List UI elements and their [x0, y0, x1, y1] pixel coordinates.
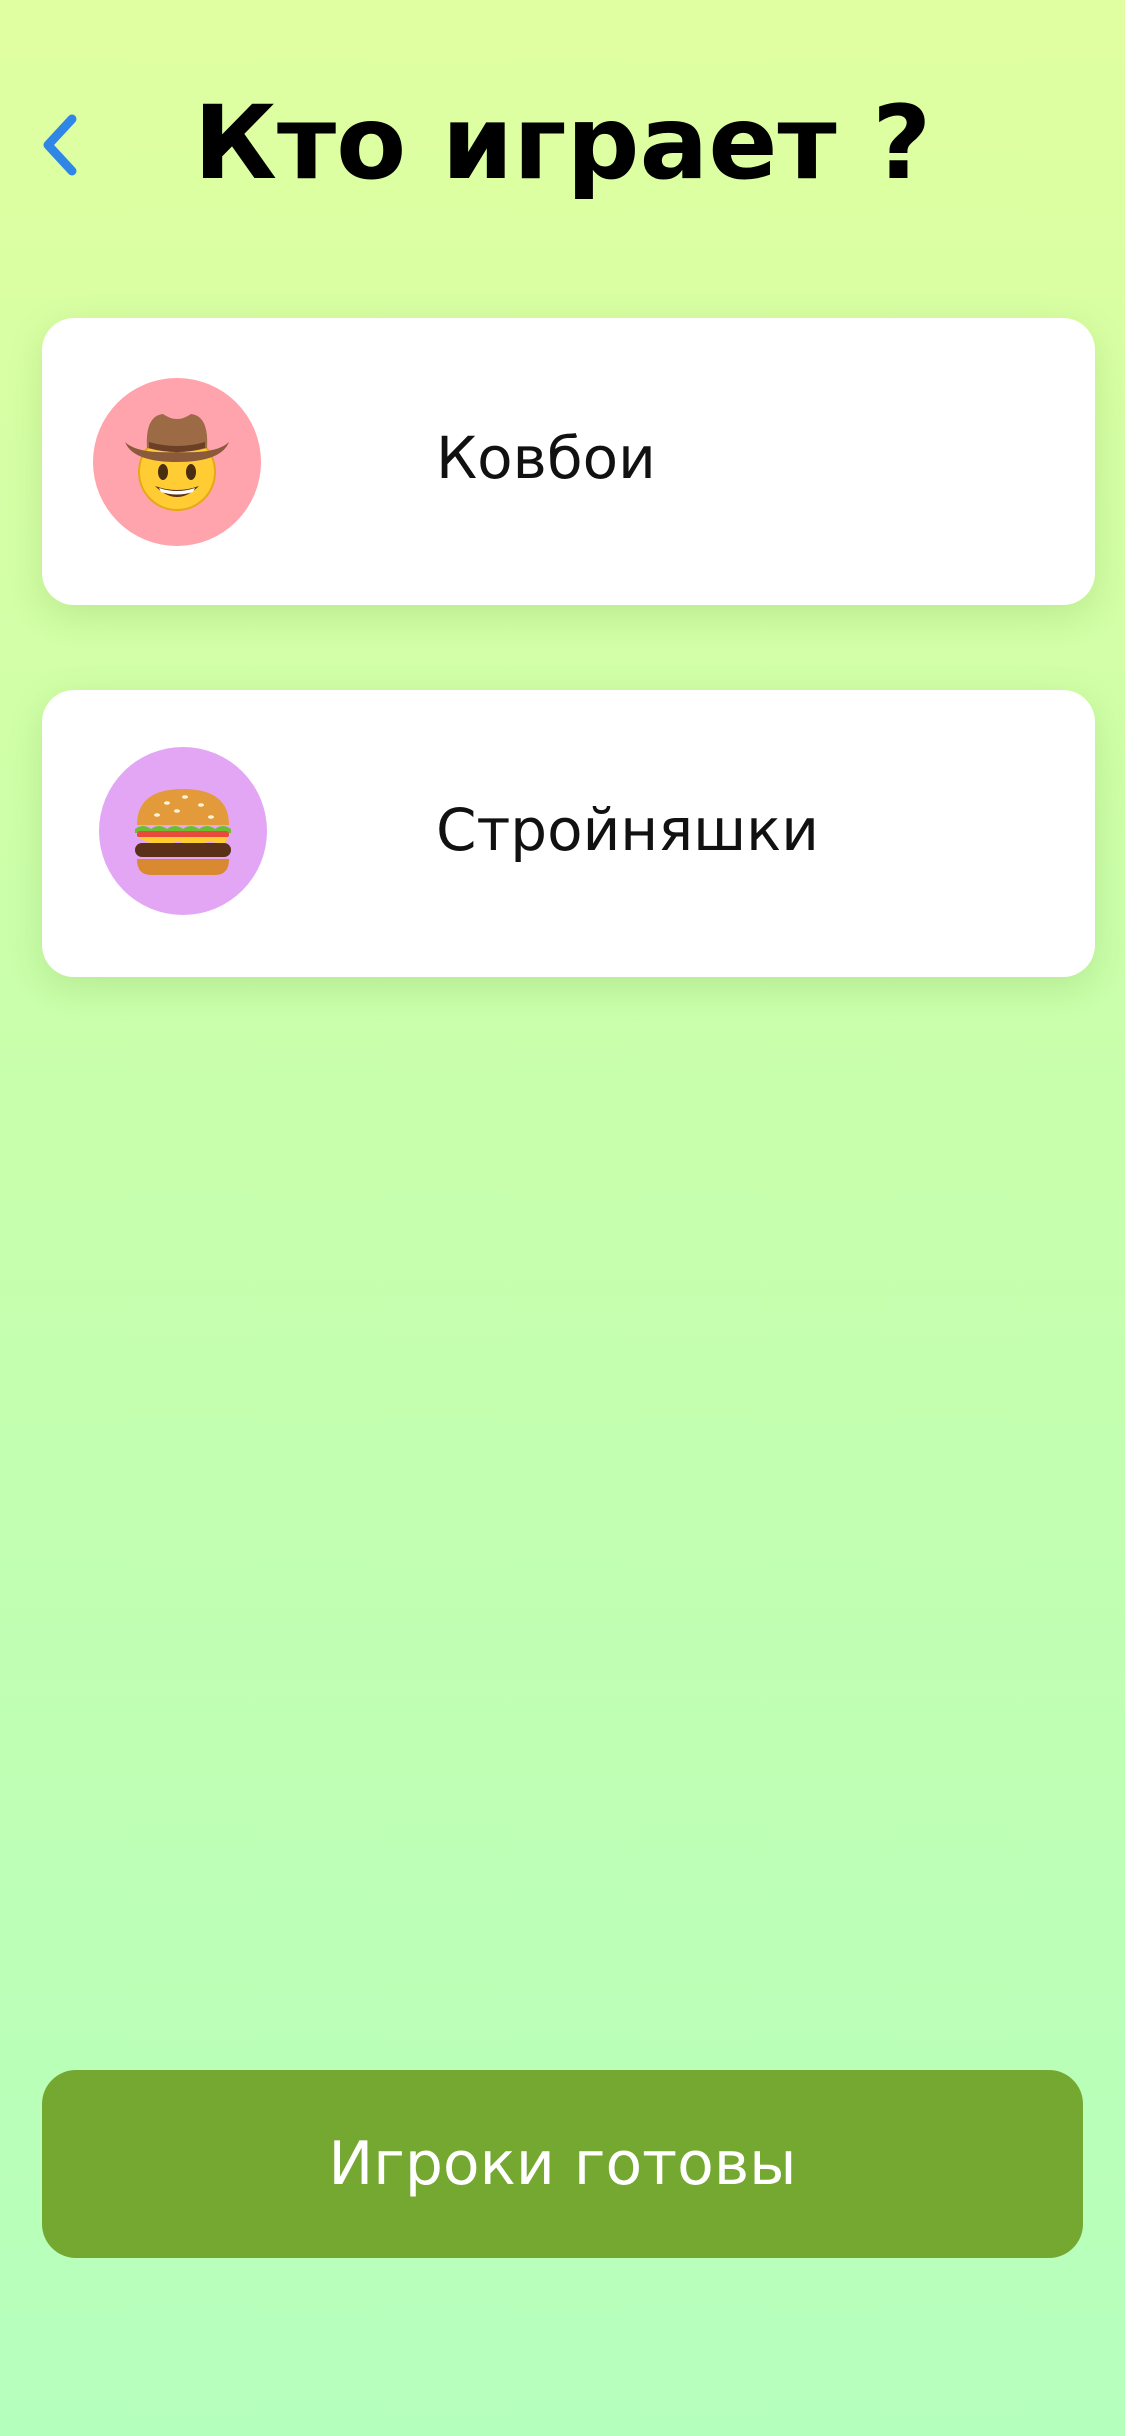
team-avatar	[93, 378, 261, 546]
team-card-cowboys[interactable]: Ковбои	[42, 318, 1095, 605]
hamburger-icon	[135, 789, 231, 875]
team-selection-screen: Кто играет ? Ковбои Стройняшки Игроки го…	[0, 0, 1125, 2436]
team-name: Ковбои	[436, 423, 656, 492]
page-title: Кто играет ?	[193, 84, 932, 203]
cowboy-face-icon	[125, 414, 229, 511]
header: Кто играет ?	[0, 70, 1125, 220]
team-card-stroinyashki[interactable]: Стройняшки	[42, 690, 1095, 977]
players-ready-button[interactable]: Игроки готовы	[42, 2070, 1083, 2258]
team-avatar	[99, 747, 267, 915]
team-name: Стройняшки	[436, 795, 819, 864]
